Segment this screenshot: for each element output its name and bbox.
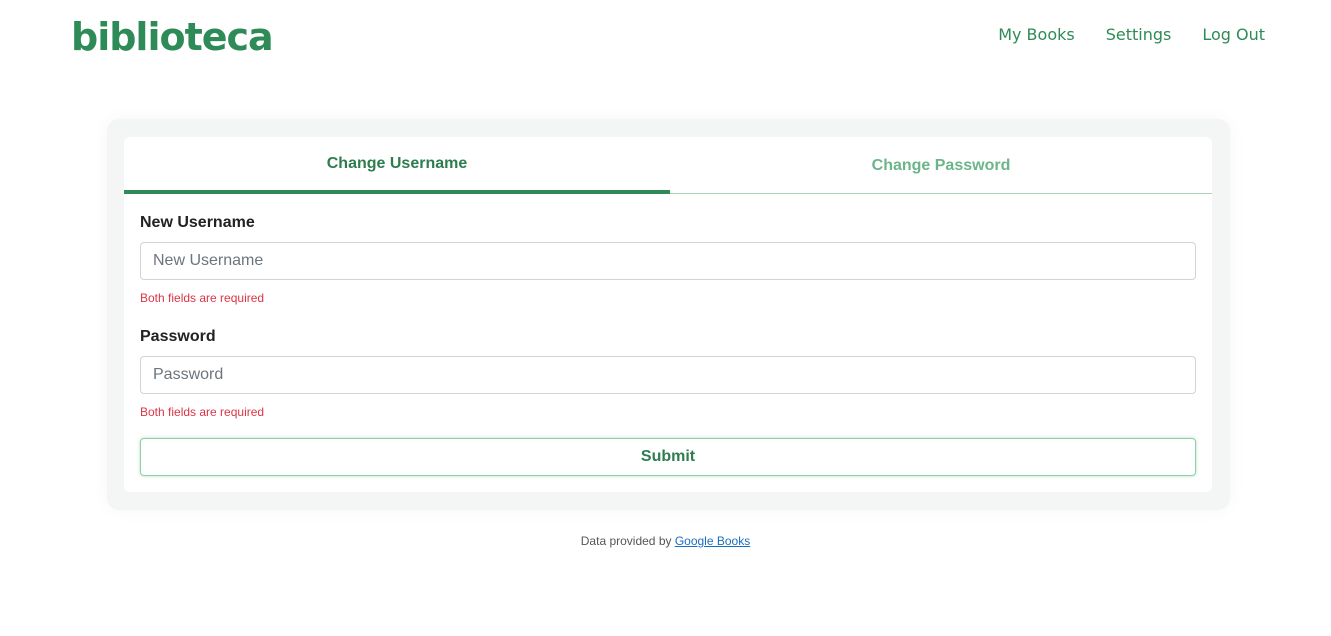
new-username-input[interactable] — [140, 242, 1196, 280]
username-error-message: Both fields are required — [140, 291, 265, 305]
submit-button[interactable]: Submit — [140, 438, 1196, 476]
google-books-link[interactable]: Google Books — [675, 534, 750, 548]
tab-change-password[interactable]: Change Password — [670, 137, 1212, 194]
nav-my-books[interactable]: My Books — [998, 24, 1075, 46]
app-logo[interactable]: biblioteca — [71, 14, 274, 60]
password-label: Password — [140, 328, 216, 345]
new-username-label: New Username — [140, 214, 255, 231]
password-input[interactable] — [140, 356, 1196, 394]
top-nav: My Books Settings Log Out — [998, 24, 1265, 46]
nav-settings[interactable]: Settings — [1106, 24, 1172, 46]
settings-card: Change Username Change Password New User… — [124, 137, 1212, 492]
password-error-message: Both fields are required — [140, 405, 265, 419]
settings-tabs: Change Username Change Password — [124, 137, 1212, 194]
footer: Data provided by Google Books — [0, 534, 1331, 548]
nav-log-out[interactable]: Log Out — [1202, 24, 1265, 46]
tab-change-username[interactable]: Change Username — [124, 137, 670, 194]
app-header: biblioteca My Books Settings Log Out — [0, 0, 1331, 80]
footer-text: Data provided by — [580, 534, 675, 548]
